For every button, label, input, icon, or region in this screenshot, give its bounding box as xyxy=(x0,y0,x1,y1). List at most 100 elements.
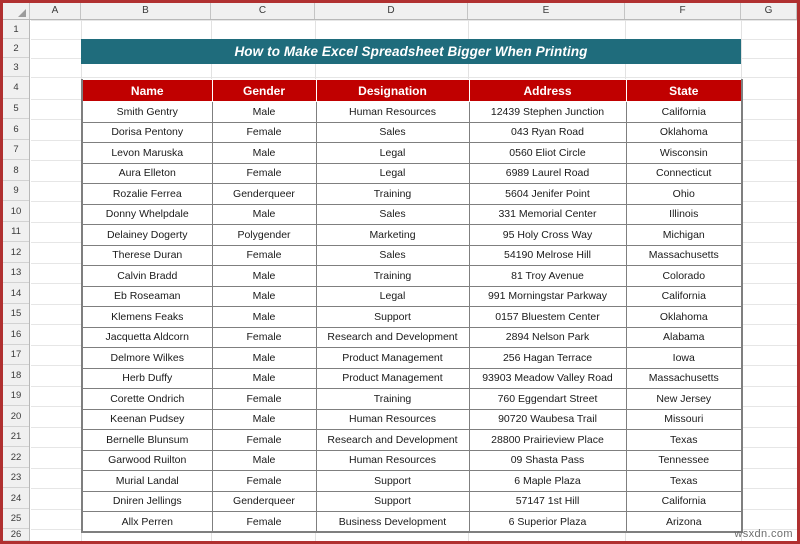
cell-gender[interactable]: Genderqueer xyxy=(211,490,317,512)
cell-designation[interactable]: Sales xyxy=(315,244,470,266)
cell-name[interactable]: Corette Ondrich xyxy=(81,388,213,410)
cell-designation[interactable]: Legal xyxy=(315,162,470,184)
cell-address[interactable]: 760 Eggendart Street xyxy=(468,388,627,410)
row-header-11[interactable]: 11 xyxy=(3,222,29,242)
row-header-7[interactable]: 7 xyxy=(3,140,29,160)
cell-designation[interactable]: Human Resources xyxy=(315,449,470,471)
row-header-3[interactable]: 3 xyxy=(3,58,29,77)
row-header-17[interactable]: 17 xyxy=(3,345,29,365)
row-header-8[interactable]: 8 xyxy=(3,160,29,181)
cell-designation[interactable]: Support xyxy=(315,470,470,492)
row-header-6[interactable]: 6 xyxy=(3,119,29,140)
column-header-b[interactable]: B xyxy=(81,3,211,19)
cell-gender[interactable]: Polygender xyxy=(211,224,317,246)
cell-name[interactable]: Jacquetta Aldcorn xyxy=(81,326,213,348)
row-header-18[interactable]: 18 xyxy=(3,365,29,386)
cell-designation[interactable]: Support xyxy=(315,490,470,512)
cell-designation[interactable]: Research and Development xyxy=(315,429,470,451)
cell-state[interactable]: California xyxy=(625,285,743,307)
row-header-22[interactable]: 22 xyxy=(3,447,29,468)
cell-address[interactable]: 12439 Stephen Junction xyxy=(468,101,627,123)
cell-name[interactable]: Murial Landal xyxy=(81,470,213,492)
row-header-15[interactable]: 15 xyxy=(3,304,29,324)
column-header-address[interactable]: Address xyxy=(468,79,627,102)
cell-state[interactable]: California xyxy=(625,490,743,512)
cell-designation[interactable]: Human Resources xyxy=(315,101,470,123)
row-header-23[interactable]: 23 xyxy=(3,468,29,488)
cell-address[interactable]: 043 Ryan Road xyxy=(468,121,627,143)
cell-address[interactable]: 5604 Jenifer Point xyxy=(468,183,627,205)
cell-gender[interactable]: Female xyxy=(211,429,317,451)
cell-state[interactable]: Connecticut xyxy=(625,162,743,184)
cell-address[interactable]: 90720 Waubesa Trail xyxy=(468,408,627,430)
cell-state[interactable]: Colorado xyxy=(625,265,743,287)
cell-designation[interactable]: Business Development xyxy=(315,511,470,533)
cell-address[interactable]: 0560 Eliot Circle xyxy=(468,142,627,164)
cell-name[interactable]: Smith Gentry xyxy=(81,101,213,123)
row-header-5[interactable]: 5 xyxy=(3,99,29,119)
row-header-25[interactable]: 25 xyxy=(3,509,29,529)
cell-address[interactable]: 6 Maple Plaza xyxy=(468,470,627,492)
cell-address[interactable]: 256 Hagan Terrace xyxy=(468,347,627,369)
column-header-state[interactable]: State xyxy=(625,79,743,102)
cell-gender[interactable]: Female xyxy=(211,388,317,410)
cell-address[interactable]: 6989 Laurel Road xyxy=(468,162,627,184)
cell-gender[interactable]: Female xyxy=(211,326,317,348)
row-header-2[interactable]: 2 xyxy=(3,39,29,58)
cell-designation[interactable]: Research and Development xyxy=(315,326,470,348)
cell-address[interactable]: 28800 Prairieview Place xyxy=(468,429,627,451)
cell-gender[interactable]: Female xyxy=(211,511,317,533)
cell-gender[interactable]: Genderqueer xyxy=(211,183,317,205)
cell-gender[interactable]: Male xyxy=(211,306,317,328)
column-header-designation[interactable]: Designation xyxy=(315,79,470,102)
cell-name[interactable]: Delainey Dogerty xyxy=(81,224,213,246)
cell-state[interactable]: Oklahoma xyxy=(625,306,743,328)
cell-state[interactable]: Iowa xyxy=(625,347,743,369)
cell-name[interactable]: Donny Whelpdale xyxy=(81,203,213,225)
cell-name[interactable]: Garwood Ruilton xyxy=(81,449,213,471)
column-header-a[interactable]: A xyxy=(30,3,81,19)
column-header-g[interactable]: G xyxy=(741,3,797,19)
row-header-20[interactable]: 20 xyxy=(3,406,29,427)
column-header-e[interactable]: E xyxy=(468,3,625,19)
cell-state[interactable]: Texas xyxy=(625,470,743,492)
row-header-12[interactable]: 12 xyxy=(3,242,29,263)
cell-state[interactable]: Wisconsin xyxy=(625,142,743,164)
cell-gender[interactable]: Male xyxy=(211,347,317,369)
cell-name[interactable]: Herb Duffy xyxy=(81,367,213,389)
row-header-1[interactable]: 1 xyxy=(3,20,29,39)
cell-designation[interactable]: Training xyxy=(315,265,470,287)
column-header-f[interactable]: F xyxy=(625,3,741,19)
cell-designation[interactable]: Training xyxy=(315,388,470,410)
row-header-16[interactable]: 16 xyxy=(3,324,29,345)
column-header-d[interactable]: D xyxy=(315,3,468,19)
cell-address[interactable]: 2894 Nelson Park xyxy=(468,326,627,348)
cell-name[interactable]: Bernelle Blunsum xyxy=(81,429,213,451)
cell-gender[interactable]: Male xyxy=(211,285,317,307)
cell-designation[interactable]: Product Management xyxy=(315,347,470,369)
cell-name[interactable]: Klemens Feaks xyxy=(81,306,213,328)
cell-gender[interactable]: Female xyxy=(211,244,317,266)
cell-address[interactable]: 0157 Bluestem Center xyxy=(468,306,627,328)
cell-name[interactable]: Calvin Bradd xyxy=(81,265,213,287)
cell-designation[interactable]: Sales xyxy=(315,121,470,143)
cell-designation[interactable]: Legal xyxy=(315,142,470,164)
row-header-21[interactable]: 21 xyxy=(3,427,29,447)
cell-designation[interactable]: Product Management xyxy=(315,367,470,389)
cell-gender[interactable]: Male xyxy=(211,265,317,287)
row-header-9[interactable]: 9 xyxy=(3,181,29,201)
cell-name[interactable]: Keenan Pudsey xyxy=(81,408,213,430)
cell-address[interactable]: 57147 1st Hill xyxy=(468,490,627,512)
row-header-13[interactable]: 13 xyxy=(3,263,29,283)
row-header-14[interactable]: 14 xyxy=(3,283,29,304)
cell-address[interactable]: 09 Shasta Pass xyxy=(468,449,627,471)
cell-designation[interactable]: Marketing xyxy=(315,224,470,246)
cell-gender[interactable]: Male xyxy=(211,142,317,164)
cell-state[interactable]: Oklahoma xyxy=(625,121,743,143)
cell-state[interactable]: Arizona xyxy=(625,511,743,533)
column-header-name[interactable]: Name xyxy=(81,79,213,102)
cell-designation[interactable]: Human Resources xyxy=(315,408,470,430)
cell-state[interactable]: Alabama xyxy=(625,326,743,348)
cell-gender[interactable]: Male xyxy=(211,449,317,471)
cell-address[interactable]: 93903 Meadow Valley Road xyxy=(468,367,627,389)
